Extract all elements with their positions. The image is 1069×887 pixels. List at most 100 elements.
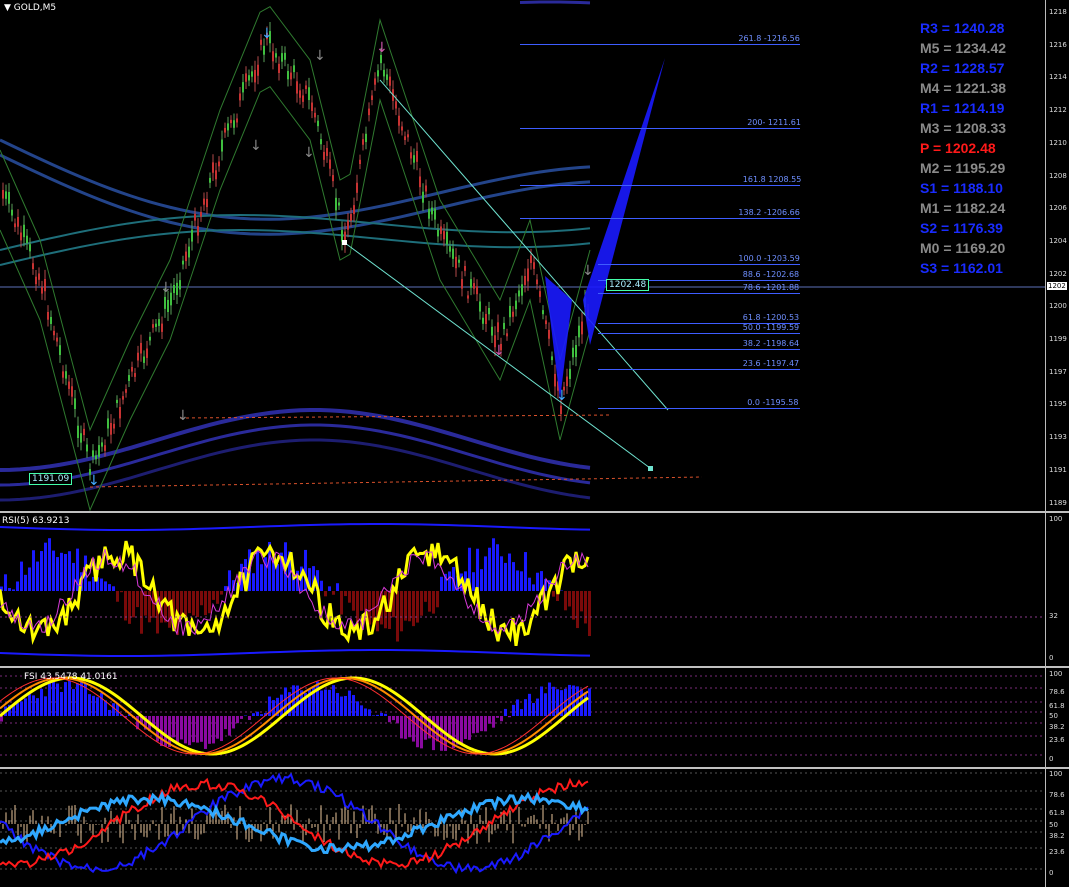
- fsi-histogram-bar: [228, 716, 231, 736]
- pivot-level-label: M3 = 1208.33: [920, 120, 1007, 136]
- arrow-icon: ↓: [160, 280, 172, 296]
- fsi-histogram-bar: [488, 716, 491, 724]
- fsi-histogram-bar: [260, 714, 263, 716]
- oscillator-canvas[interactable]: [0, 769, 1045, 887]
- candle-body: [239, 93, 241, 101]
- price-axis-label: 1206: [1049, 204, 1067, 213]
- rsi-pane[interactable]: RSI(5) 63.9213: [0, 513, 1045, 666]
- fsi-axis-100: 100: [1049, 670, 1063, 678]
- price-axis-label: 1199: [1049, 335, 1067, 343]
- rsi-canvas[interactable]: [0, 513, 1045, 666]
- candle-body: [536, 279, 538, 285]
- fsi-histogram-bar: [384, 713, 387, 716]
- candle-body: [509, 305, 511, 318]
- candle-body: [293, 65, 295, 73]
- rsi-histogram-bar: [108, 584, 111, 591]
- fsi-histogram-bar: [68, 680, 71, 716]
- rsi-histogram-bar: [508, 553, 511, 591]
- candle-body: [251, 71, 253, 77]
- candle-body: [86, 444, 88, 452]
- candle-body: [398, 115, 400, 126]
- candle-body: [245, 73, 247, 82]
- rsi-axis[interactable]: 100 32 0: [1045, 513, 1069, 666]
- envelope-band: [0, 153, 591, 236]
- candle-body: [128, 375, 130, 382]
- candle-body: [542, 310, 544, 315]
- candle-body: [44, 278, 46, 292]
- fsi-histogram-bar: [516, 699, 519, 716]
- current-price-box: 1202: [1047, 282, 1067, 290]
- rsi-histogram-bar: [348, 591, 351, 603]
- candle-body: [218, 161, 220, 167]
- candle-body: [173, 284, 175, 293]
- fib-line: [598, 264, 800, 265]
- fsi-pane[interactable]: FSI 43.5478 41.0161: [0, 668, 1045, 767]
- candle-body: [524, 276, 526, 285]
- fib-level-label: 50.0 -1199.59: [742, 323, 800, 332]
- fsi-histogram-bar: [28, 694, 31, 716]
- current-price-tag: 1202.48: [606, 279, 650, 291]
- fsi-axis[interactable]: 100 78.6 61.8 50 38.2 23.6 0: [1045, 668, 1069, 767]
- rsi-upper-band: [0, 523, 591, 531]
- pivot-level-label: R1 = 1214.19: [920, 100, 1005, 116]
- candle-body: [23, 224, 25, 238]
- rsi-histogram-bar: [200, 591, 203, 606]
- rsi-histogram-bar: [524, 552, 527, 591]
- fsi-histogram-bar: [200, 716, 203, 742]
- osc-axis-382: 38.2: [1049, 832, 1065, 840]
- fsi-histogram-bar: [576, 686, 579, 716]
- fsi-histogram-bar: [536, 698, 539, 716]
- candle-body: [149, 336, 151, 341]
- price-axis-label: 1208: [1049, 171, 1067, 180]
- candle-body: [137, 352, 139, 361]
- candle-body: [224, 127, 226, 133]
- candle-body: [215, 170, 217, 180]
- fsi-canvas[interactable]: [0, 668, 1045, 767]
- rsi-histogram-bar: [256, 550, 259, 591]
- oscillator-pane[interactable]: [0, 769, 1045, 887]
- candle-body: [521, 284, 523, 296]
- candle-body: [47, 311, 49, 320]
- fsi-histogram-bar: [88, 694, 91, 716]
- fsi-histogram-bar: [348, 690, 351, 716]
- candle-body: [374, 78, 376, 85]
- candle-body: [29, 244, 31, 252]
- fib-level-label: 23.6 -1197.47: [742, 359, 800, 368]
- price-axis-label: 1191: [1049, 465, 1067, 474]
- fsi-histogram-bar: [172, 716, 175, 738]
- rsi-histogram-bar: [252, 573, 255, 591]
- fib-level-label: 161.8 1208.55: [742, 175, 802, 184]
- price-axis[interactable]: 1218 1216 1214 1212 1210 1208 1206 1204 1202 1200…: [1045, 0, 1069, 511]
- pivot-level-label: M5 = 1234.42: [920, 40, 1007, 56]
- fsi-histogram-bar: [492, 716, 495, 728]
- fsi-histogram-bar: [484, 716, 487, 732]
- fib-level-label: 88.6 -1202.68: [742, 270, 800, 279]
- candle-body: [347, 220, 349, 230]
- price-chart-canvas[interactable]: ↓ ↓ ↓ ↓ ↓ ↓ ↓ ↓ ↓ ↓ ↓: [0, 0, 1045, 511]
- arrow-icon: ↓: [376, 40, 388, 56]
- fsi-histogram-bar: [108, 709, 111, 716]
- title-arrow-icon[interactable]: ▼: [4, 3, 11, 13]
- rsi-histogram-bar: [44, 542, 47, 591]
- candle-body: [464, 266, 466, 271]
- osc-axis-100: 100: [1049, 770, 1063, 778]
- fsi-histogram-bar: [332, 685, 335, 716]
- candle-body: [176, 282, 178, 295]
- bollinger-lower: [0, 86, 591, 511]
- fsi-histogram-bar: [356, 701, 359, 716]
- candle-body: [53, 330, 55, 336]
- trendline-anchor: [342, 240, 347, 245]
- candle-body: [539, 291, 541, 297]
- arrow-icon: ↓: [88, 473, 100, 489]
- candle-body: [194, 213, 196, 221]
- rsi-histogram-bar: [476, 548, 479, 591]
- main-chart-pane[interactable]: ↓ ↓ ↓ ↓ ↓ ↓ ↓ ↓ ↓ ↓ ↓ ▼ GOLD,M5 261.8 -1216.56 200-…: [0, 0, 1045, 511]
- candle-body: [77, 425, 79, 438]
- candle-body: [92, 450, 94, 457]
- rsi-histogram-bar: [436, 591, 439, 608]
- rsi-histogram-bar: [64, 553, 67, 591]
- candle-body: [425, 185, 427, 192]
- fsi-histogram-bar: [392, 716, 395, 721]
- oscillator-axis[interactable]: 100 78.6 61.8 50 38.2 23.6 0: [1045, 769, 1069, 887]
- fsi-axis-618: 61.8: [1049, 702, 1065, 710]
